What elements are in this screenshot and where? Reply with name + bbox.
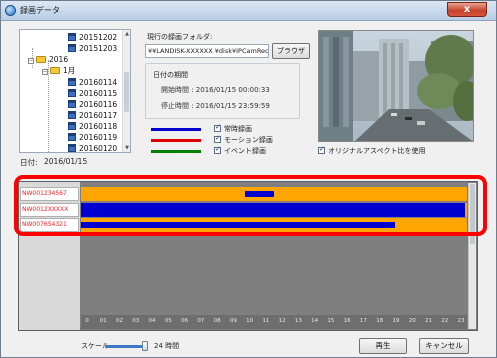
- window-title: 録画データ: [20, 6, 60, 15]
- city-street-image: [319, 31, 473, 141]
- hour-tick-label: 20: [408, 318, 416, 324]
- scale-slider-track[interactable]: [105, 345, 145, 348]
- play-button[interactable]: 再生: [359, 338, 407, 354]
- tree-item-20151203[interactable]: 20151203: [68, 43, 117, 54]
- continuous-recording-label: 常時録画: [224, 125, 252, 133]
- event-recording-checkbox[interactable]: [214, 145, 221, 154]
- date-value: 2016/01/15: [44, 157, 88, 166]
- hour-axis: 0 01 02 03 04 05 06 07 08 09 10 11 12 13 14 15 16 17 18 19 2…: [81, 315, 467, 329]
- folder-icon: [36, 56, 46, 63]
- hour-tick-label: 03: [132, 318, 140, 324]
- hour-tick-label: 05: [164, 318, 172, 324]
- hour-tick-label: 14: [311, 318, 319, 324]
- browse-button[interactable]: ブラウザ: [272, 43, 310, 59]
- event-recording-label: イベント録画: [224, 147, 266, 155]
- close-button[interactable]: x: [447, 2, 487, 17]
- collapse-icon[interactable]: −: [28, 58, 34, 64]
- legend-line-motion: [151, 139, 201, 142]
- hour-tick-label: 02: [116, 318, 124, 324]
- hour-tick-label: 19: [392, 318, 400, 324]
- title-bar: 録画データ x: [1, 1, 496, 21]
- hour-tick-label: 13: [294, 318, 302, 324]
- date-period-title: 日付の期間: [153, 71, 188, 79]
- hour-tick-label: 09: [229, 318, 237, 324]
- tree-item-20160116[interactable]: 20160116: [68, 99, 117, 110]
- hour-tick-label: 10: [246, 318, 254, 324]
- app-icon: [5, 5, 16, 16]
- start-time: 開始時間 : 2016/01/15 00:00:33: [161, 86, 270, 94]
- calendar-icon: [68, 33, 76, 41]
- hour-tick-label: 17: [359, 318, 367, 324]
- cancel-button[interactable]: キャンセル: [419, 338, 469, 354]
- tree-scrollbar[interactable]: ▲ ▼: [122, 30, 130, 152]
- scroll-up-icon[interactable]: ▲: [124, 31, 130, 37]
- motion-recording-checkbox[interactable]: [214, 134, 221, 143]
- hour-tick-label: 12: [278, 318, 286, 324]
- hour-tick-label: 22: [441, 318, 449, 324]
- scale-slider-thumb[interactable]: [142, 341, 148, 351]
- hour-tick-label: 15: [327, 318, 335, 324]
- recording-folder-label: 現行の録画フォルダ:: [147, 33, 213, 41]
- calendar-icon: [68, 44, 76, 52]
- hour-tick-label: 04: [148, 318, 156, 324]
- original-aspect-checkbox[interactable]: [318, 145, 325, 154]
- calendar-icon: [68, 133, 76, 141]
- scale-value: 24 時間: [154, 342, 180, 350]
- tree-item-20160118[interactable]: 20160118: [68, 121, 117, 132]
- calendar-icon: [68, 78, 76, 86]
- calendar-icon: [68, 89, 76, 97]
- tree-item-20160114[interactable]: 20160114: [68, 77, 117, 88]
- original-aspect-label: オリジナルアスペクト比を使用: [328, 147, 426, 155]
- tree-item-20160115[interactable]: 20160115: [68, 88, 117, 99]
- hour-tick-label: 23: [457, 318, 465, 324]
- hour-tick-label: 01: [99, 318, 107, 324]
- tree-item-20160119[interactable]: 20160119: [68, 132, 117, 143]
- hour-tick-label: 08: [213, 318, 221, 324]
- calendar-icon: [68, 144, 76, 152]
- hour-tick-label: 11: [262, 318, 270, 324]
- scroll-down-icon[interactable]: ▼: [124, 145, 130, 151]
- hour-tick-label: 21: [424, 318, 432, 324]
- hour-tick-label: 0: [85, 318, 89, 324]
- calendar-icon: [68, 111, 76, 119]
- tree-item-2016[interactable]: −2016: [28, 54, 68, 65]
- hour-tick-label: 06: [181, 318, 189, 324]
- recording-data-window: 録画データ x 20151202 20151203 −2016 −1月 2016…: [0, 0, 497, 358]
- date-label: 日付:: [20, 158, 38, 167]
- legend-line-event: [151, 150, 201, 153]
- collapse-icon[interactable]: −: [42, 69, 48, 75]
- tree-item-20151202[interactable]: 20151202: [68, 32, 117, 43]
- hour-tick-label: 18: [376, 318, 384, 324]
- calendar-icon: [68, 100, 76, 108]
- date-tree[interactable]: 20151202 20151203 −2016 −1月 20160114 201…: [19, 29, 131, 153]
- stop-time: 停止時間 : 2016/01/15 23:59:59: [161, 102, 270, 110]
- tree-item-20160117[interactable]: 20160117: [68, 110, 117, 121]
- tree-item-month-1[interactable]: −1月: [42, 65, 75, 76]
- folder-icon: [50, 67, 60, 74]
- continuous-recording-checkbox[interactable]: [214, 123, 221, 132]
- calendar-icon: [68, 122, 76, 130]
- legend-line-continuous: [151, 128, 201, 131]
- scrollbar-thumb[interactable]: [124, 72, 129, 112]
- recording-folder-field[interactable]: ¥¥LANDISK-XXXXXX ¥disk¥IPCamReco: [145, 44, 269, 58]
- tree-item-20160120[interactable]: 20160120: [68, 143, 117, 152]
- highlight-annotation: [14, 175, 487, 236]
- hour-tick-label: 07: [197, 318, 205, 324]
- hour-tick-label: 16: [343, 318, 351, 324]
- camera-preview: [318, 30, 474, 142]
- motion-recording-label: モーション録画: [224, 136, 273, 144]
